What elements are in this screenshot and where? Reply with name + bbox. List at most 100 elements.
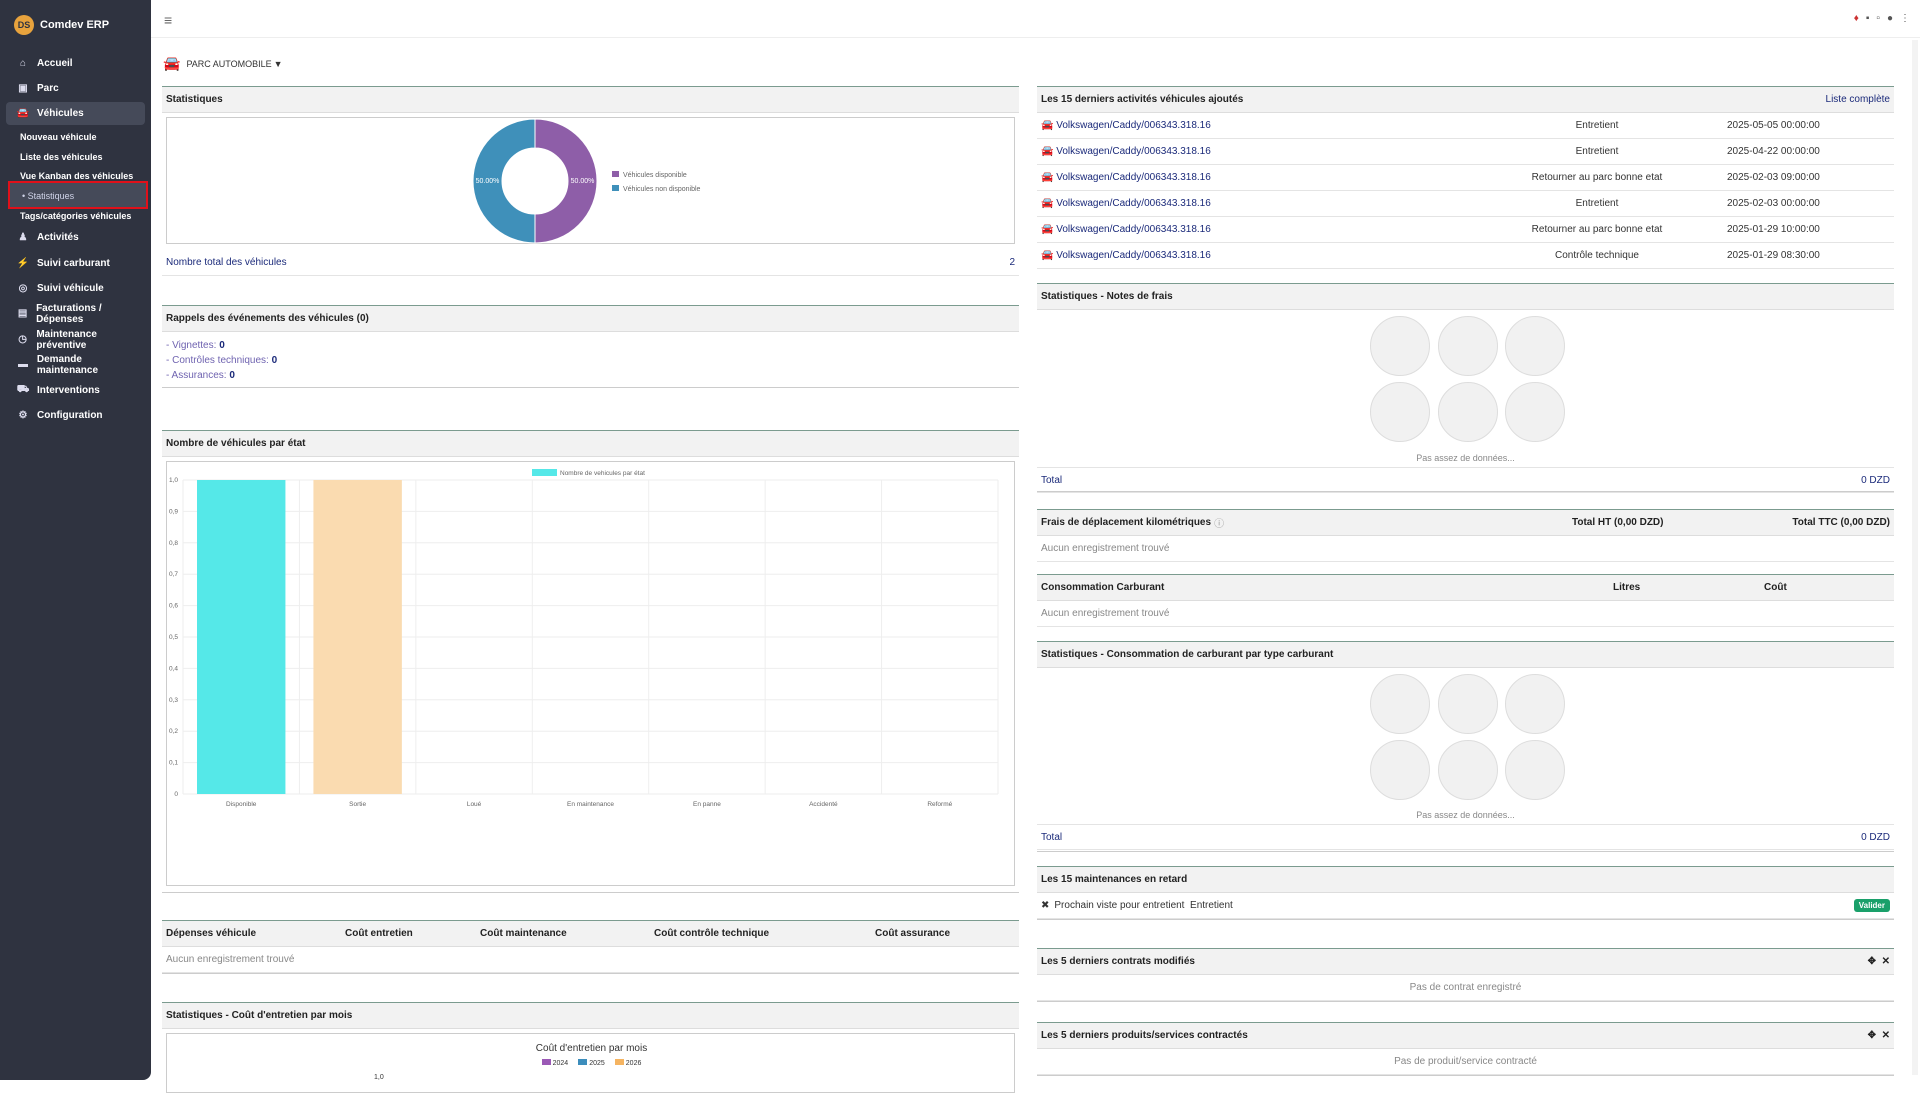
notes-total-label: Total — [1041, 474, 1063, 486]
sidebar-item-8[interactable]: ▬ Demande maintenance — [6, 353, 145, 376]
activity-date: 2025-04-22 00:00:00 — [1727, 146, 1820, 157]
y-tick-label: 0,8 — [169, 540, 178, 547]
page-title-bar: 🚘 PARC AUTOMOBILE ▼ — [163, 55, 283, 72]
notes-panel: Statistiques - Notes de frais Pas assez … — [1037, 283, 1894, 493]
pie-box: 50.00% 50.00% Véhicules disponible Véhicule… — [166, 117, 1015, 244]
sidebar-item-0[interactable]: ⌂ Accueil — [6, 52, 145, 75]
activity-vehicle-link[interactable]: 🚘 Volkswagen/Caddy/006343.318.16 — [1041, 146, 1211, 157]
total-vehicles-value: 2 — [1009, 257, 1015, 268]
total-vehicles-label[interactable]: Nombre total des véhicules — [166, 257, 287, 268]
activity-type: Entretient — [1575, 120, 1619, 131]
activity-vehicle-link[interactable]: 🚘 Volkswagen/Caddy/006343.318.16 — [1041, 224, 1211, 235]
y-tick-label: 0,3 — [169, 697, 178, 704]
activity-vehicle-link[interactable]: 🚘 Volkswagen/Caddy/006343.318.16 — [1041, 172, 1211, 183]
activity-row: 🚘 Volkswagen/Caddy/006343.318.16 Entretie… — [1037, 113, 1894, 139]
mileage-total-ht: Total HT (0,00 DZD) — [1572, 517, 1664, 528]
clock-icon: ◷ — [18, 334, 28, 345]
move-icon[interactable]: ✥ — [1868, 956, 1876, 967]
placeholder-chart-icon — [1370, 674, 1430, 734]
sidebar-item-label: Configuration — [37, 410, 103, 421]
pie-chart: 50.00% 50.00% Véhicules disponible Véhicule… — [472, 118, 701, 244]
sidebar-subitem-3[interactable]: • Statistiques — [8, 181, 148, 209]
activity-type: Contrôle technique — [1555, 250, 1639, 261]
monthly-legend-label: 2025 — [589, 1060, 605, 1067]
mileage-panel: Frais de déplacement kilométriques ⓘ Tot… — [1037, 509, 1894, 562]
scrollbar[interactable] — [1912, 40, 1918, 1075]
sidebar-item-6[interactable]: ▤ Facturations / Dépenses — [6, 302, 145, 325]
chat-icon[interactable]: ▪ — [1866, 13, 1870, 24]
x-tick-label: Sortie — [349, 801, 366, 808]
fuel-stats-total-value: 0 DZD — [1861, 831, 1890, 843]
products-header: Les 5 derniers produits/services contrac… — [1041, 1030, 1248, 1041]
close-icon[interactable]: ✕ — [1882, 956, 1890, 967]
legend-swatch — [612, 185, 619, 191]
activity-type: Entretient — [1575, 146, 1619, 157]
products-panel: Les 5 derniers produits/services contrac… — [1037, 1022, 1894, 1076]
sidebar-item-1[interactable]: ▣ Parc — [6, 77, 145, 100]
activity-vehicle-link[interactable]: 🚘 Volkswagen/Caddy/006343.318.16 — [1041, 120, 1211, 131]
sidebar-subitem-1[interactable]: Liste des véhicules — [20, 152, 103, 162]
home-icon: ⌂ — [19, 58, 27, 69]
mileage-empty: Aucun enregistrement trouvé — [1037, 536, 1894, 562]
filter-icon[interactable]: ▼ — [274, 59, 283, 69]
fuel-stats-total-label: Total — [1041, 831, 1063, 843]
more-vertical-icon[interactable]: ⋮ — [1900, 13, 1910, 24]
activity-vehicle-link[interactable]: 🚘 Volkswagen/Caddy/006343.318.16 — [1041, 250, 1211, 261]
activity-vehicle: Volkswagen/Caddy/006343.318.16 — [1056, 198, 1211, 209]
placeholder-chart-icon — [1505, 740, 1565, 800]
activity-row: 🚘 Volkswagen/Caddy/006343.318.16 Entretie… — [1037, 191, 1894, 217]
sidebar-item-5[interactable]: ◎ Suivi véhicule — [6, 277, 145, 300]
user-icon[interactable]: ● — [1887, 13, 1893, 24]
sidebar-item-3[interactable]: ♟ Activités — [6, 226, 145, 249]
sidebar: DS Comdev ERP ⌂ Accueil ▣ Parc 🚘 Véhicules ♟ Act… — [0, 0, 151, 1080]
sidebar-item-2[interactable]: 🚘 Véhicules — [6, 102, 145, 125]
activity-vehicle-link[interactable]: 🚘 Volkswagen/Caddy/006343.318.16 — [1041, 198, 1211, 209]
sidebar-item-9[interactable]: ⛟ Interventions — [6, 379, 145, 402]
reminder-item[interactable]: - Assurances: 0 — [166, 368, 1015, 383]
car-icon: 🚘 — [1041, 172, 1057, 183]
app-logo[interactable]: DS Comdev ERP — [0, 0, 151, 50]
reminder-item[interactable]: - Contrôles techniques: 0 — [166, 353, 1015, 368]
reminder-item[interactable]: - Vignettes: 0 — [166, 338, 1015, 353]
pie-label: 50.00% — [571, 178, 595, 185]
sidebar-item-7[interactable]: ◷ Maintenance préventive — [6, 328, 145, 351]
reminder-value: 0 — [229, 370, 235, 381]
activity-date: 2025-01-29 08:30:00 — [1727, 250, 1820, 261]
reminder-label: - Vignettes: — [166, 340, 217, 351]
app-name: Comdev ERP — [40, 19, 110, 31]
activity-date: 2025-02-03 00:00:00 — [1727, 198, 1820, 209]
contracts-empty: Pas de contrat enregistré — [1037, 975, 1894, 1001]
activity-vehicle: Volkswagen/Caddy/006343.318.16 — [1056, 250, 1211, 261]
logo-icon: DS — [14, 15, 34, 35]
sidebar-item-4[interactable]: ⚡ Suivi carburant — [6, 252, 145, 275]
menu-toggle-icon[interactable]: ≡ — [164, 12, 172, 28]
calendar-icon[interactable]: ▫ — [1876, 13, 1880, 24]
sidebar-item-10[interactable]: ⚙ Configuration — [6, 404, 145, 427]
y-tick-label: 0,7 — [169, 571, 178, 578]
late-item[interactable]: Prochain viste pour entretient — [1054, 900, 1184, 911]
bar-chart: Nombre de vehicules par état 1,0 0,9 0,8 0,7… — [169, 469, 999, 808]
legend-swatch — [612, 171, 619, 177]
sidebar-item-label: Maintenance préventive — [36, 328, 97, 351]
validate-button[interactable]: Valider — [1853, 899, 1890, 912]
x-tick-label: Reformé — [927, 801, 952, 808]
placeholder-chart-icon — [1438, 740, 1498, 800]
sidebar-subitem-0[interactable]: Nouveau véhicule — [20, 132, 97, 142]
info-icon[interactable]: ⓘ — [1214, 515, 1224, 530]
pie-label: 50.00% — [476, 178, 500, 185]
move-icon[interactable]: ✥ — [1868, 1030, 1876, 1041]
fuel-stats-header: Statistiques - Consommation de carburant… — [1037, 642, 1894, 668]
sidebar-subitem-4[interactable]: Tags/catégories véhicules — [20, 211, 131, 221]
bar[interactable] — [313, 480, 402, 794]
bar[interactable] — [197, 480, 286, 794]
sidebar-subitem-2[interactable]: Vue Kanban des véhicules — [20, 171, 133, 181]
y-tick-label: 0,6 — [169, 603, 178, 610]
car-icon: 🚘 — [163, 55, 181, 71]
close-icon[interactable]: ✕ — [1882, 1030, 1890, 1041]
request-icon: ▬ — [17, 359, 28, 370]
full-list-link[interactable]: Liste complète — [1826, 94, 1890, 105]
reminder-label: - Contrôles techniques: — [166, 355, 269, 366]
sidebar-item-label: Facturations / Dépenses — [36, 302, 102, 325]
book-icon: ▣ — [18, 83, 28, 94]
bell-icon[interactable]: ♦ — [1854, 13, 1859, 24]
